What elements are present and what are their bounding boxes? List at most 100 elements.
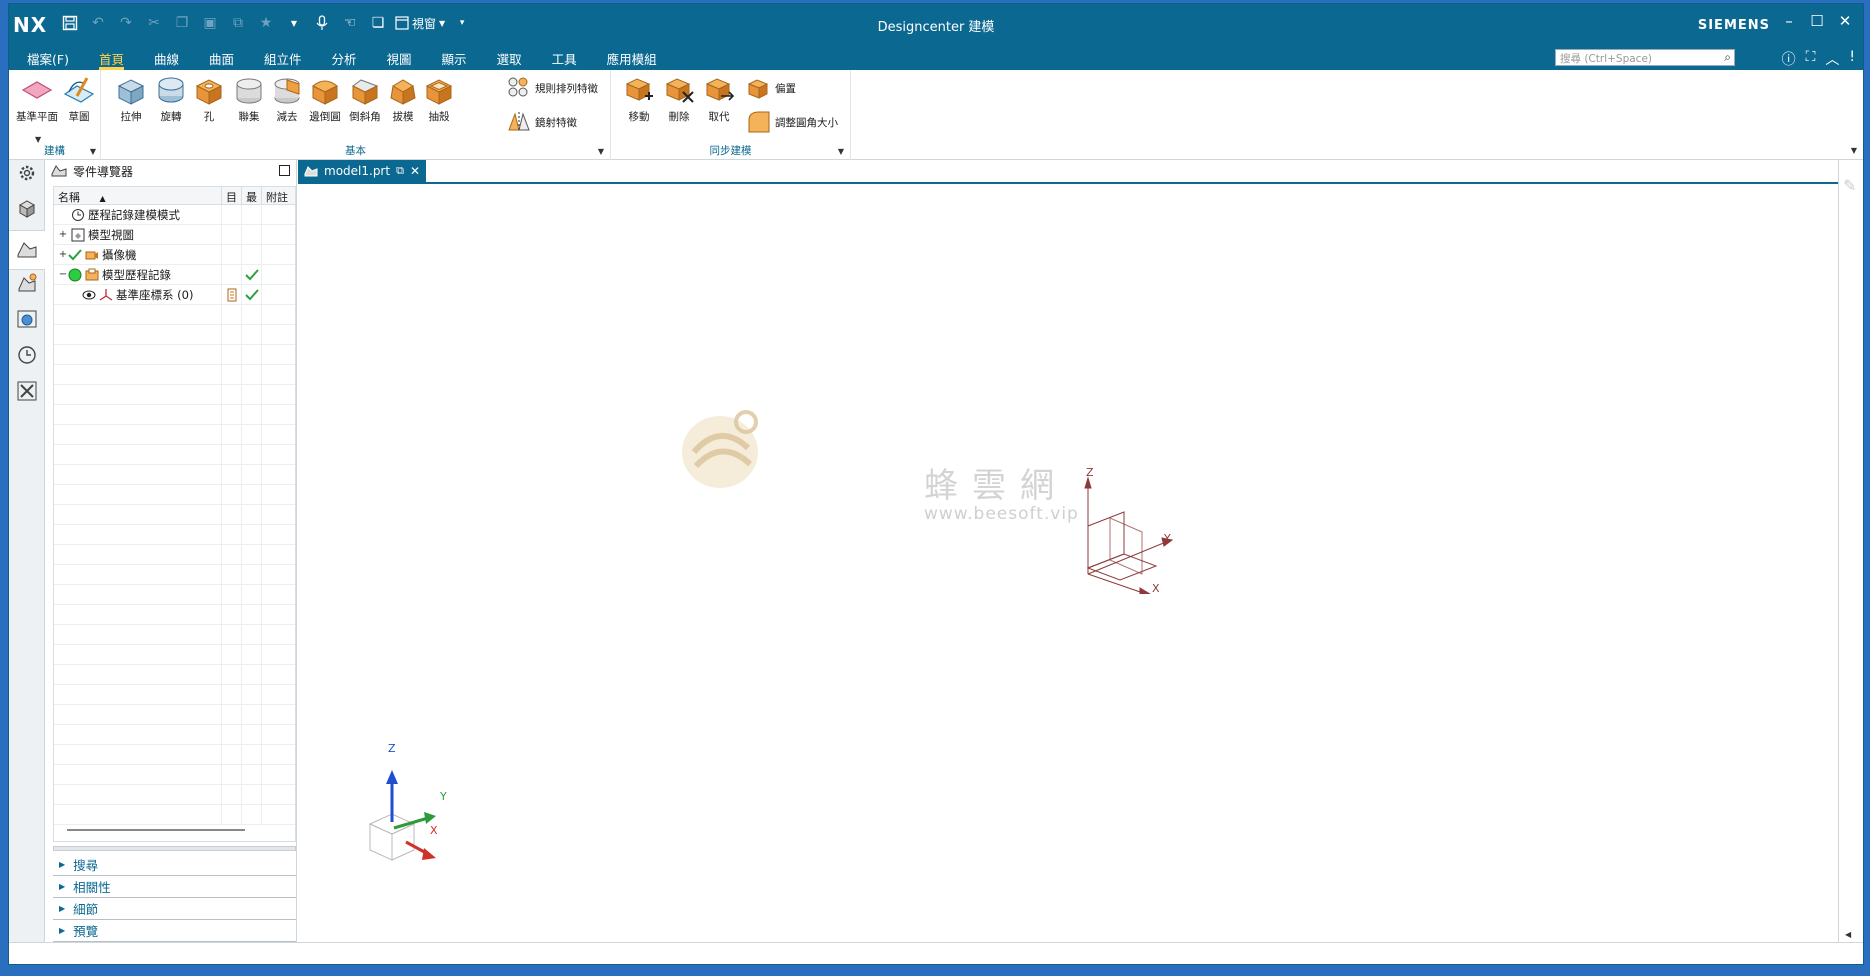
collapse-ribbon-icon[interactable]: ︿ <box>1825 49 1839 69</box>
close-tab-icon[interactable]: ✕ <box>410 164 420 178</box>
expand-arrow-icon: ▶ <box>59 904 66 913</box>
panel-dependencies[interactable]: ▶ 相關性 <box>53 876 296 898</box>
panel-search[interactable]: ▶ 搜尋 <box>53 854 296 876</box>
resize-blend-button[interactable]: 調整圓角大小 <box>747 110 838 134</box>
tree-row-datum-csys[interactable]: 基準座標系 (0) <box>54 284 295 305</box>
ribbon-tab-6[interactable]: 視圖 <box>387 46 412 70</box>
triad-x-label: X <box>430 824 438 837</box>
unite-label: 聯集 <box>238 111 260 123</box>
tree-row-model-history[interactable]: − 模型歷程記錄 <box>54 264 295 285</box>
help-icon[interactable]: ⓘ <box>1782 49 1796 69</box>
collapse-toggle-icon[interactable]: − <box>58 269 68 280</box>
ribbon-tab-5[interactable]: 分析 <box>332 46 357 70</box>
column-header-notes[interactable]: 附註 <box>262 187 295 204</box>
close-icon[interactable]: ✕ <box>1837 12 1853 30</box>
chevron-down-icon[interactable]: ▼ <box>838 147 844 156</box>
edge-blend-button[interactable]: 邊倒圓 <box>305 74 345 124</box>
ribbon-tab-7[interactable]: 顯示 <box>442 46 467 70</box>
ribbon-tab-9[interactable]: 工具 <box>552 46 577 70</box>
ribbon-tab-3[interactable]: 曲面 <box>209 46 234 70</box>
title-bar: NX ↶ ↷ ✂ ❐ ▣ ⧉ ★ ▼ ☜ ❏ 視窗 ▼ ▾ Designcent… <box>9 4 1863 46</box>
command-search-input[interactable]: 搜尋 (Ctrl+Space) ⌕ <box>1555 49 1735 66</box>
extrude-icon <box>117 79 145 105</box>
empty-row <box>54 424 295 445</box>
reuse-library-icon[interactable] <box>14 270 40 296</box>
maximize-panel-icon[interactable] <box>279 165 290 176</box>
hole-label: 孔 <box>203 111 215 123</box>
hole-button[interactable]: 孔 <box>189 74 229 124</box>
ribbon-tab-10[interactable]: 應用模組 <box>607 46 657 70</box>
ribbon-tab-2[interactable]: 曲線 <box>154 46 179 70</box>
part-navigator-icon[interactable] <box>9 230 45 270</box>
empty-row <box>54 484 295 505</box>
column-header-current[interactable]: 目 <box>222 187 242 204</box>
window-title: Designcenter 建模 <box>877 20 995 35</box>
ribbon-tab-0[interactable]: 檔案(F) <box>27 46 69 70</box>
offset-region-button[interactable]: 偏置 <box>747 76 796 100</box>
assembly-navigator-icon[interactable] <box>14 196 40 222</box>
empty-row <box>54 364 295 385</box>
extrude-button[interactable]: 拉伸 <box>111 74 151 124</box>
part-navigator-icon <box>51 165 67 177</box>
chevron-down-icon[interactable]: ▼ <box>90 147 96 156</box>
datum-plane-button[interactable]: 基準平面 <box>15 74 59 124</box>
ribbon-tab-4[interactable]: 組立件 <box>264 46 302 70</box>
hole-icon <box>195 79 223 105</box>
expand-arrow-icon: ▶ <box>59 860 66 869</box>
panel-preview[interactable]: ▶ 預覽 <box>53 920 296 942</box>
datum-coordinate-system[interactable] <box>1076 464 1186 594</box>
sketch-label: 草圖 <box>68 111 90 123</box>
group-label-basic: 基本 <box>345 145 366 157</box>
part-navigator-header: 零件導覽器 <box>45 160 296 182</box>
tab-model1[interactable]: model1.prt ⧉ ✕ <box>298 160 426 182</box>
fullscreen-icon[interactable]: ⛶ <box>1806 49 1816 69</box>
minimize-icon[interactable]: – <box>1781 12 1797 30</box>
tree-row-history-mode[interactable]: 歷程記錄建模模式 <box>54 204 295 225</box>
panel-splitter[interactable] <box>53 846 296 851</box>
collapse-arrow-icon[interactable]: ◀ <box>1845 930 1851 939</box>
undock-icon[interactable]: ⧉ <box>396 164 404 178</box>
offset-region-icon <box>747 79 769 99</box>
delete-face-button[interactable]: 刪除 <box>659 74 699 124</box>
maximize-icon[interactable]: ☐ <box>1809 12 1825 30</box>
shell-button[interactable]: 抽殼 <box>419 74 459 124</box>
search-icon[interactable]: ⌕ <box>1724 50 1731 65</box>
expand-toggle-icon[interactable]: + <box>58 249 68 260</box>
view-cube-icon[interactable]: ✎ <box>1843 176 1856 195</box>
replace-face-button[interactable]: 取代 <box>699 74 739 124</box>
unite-button[interactable]: 聯集 <box>229 74 269 124</box>
expand-toggle-icon[interactable]: + <box>58 229 68 240</box>
status-green-dot-icon <box>68 268 82 281</box>
tools-icon[interactable] <box>14 378 40 404</box>
mirror-feature-button[interactable]: 鏡射特徵 <box>507 110 577 134</box>
tree-row-model-views[interactable]: + 模型視圖 <box>54 224 295 245</box>
horizontal-scrollbar[interactable] <box>67 829 245 831</box>
subtract-button[interactable]: 減去 <box>267 74 307 124</box>
revolve-button[interactable]: 旋轉 <box>151 74 191 124</box>
empty-row <box>54 464 295 485</box>
graphics-window[interactable]: 蜂雲網 www.beesoft.vip Z Y X Z Y X <box>298 182 1838 942</box>
chevron-down-icon[interactable]: ▼ <box>598 147 604 156</box>
alert-icon[interactable]: ! <box>1849 49 1855 69</box>
column-header-name[interactable]: 名稱 ▲ <box>54 187 222 204</box>
chamfer-button[interactable]: 倒斜角 <box>345 74 385 124</box>
move-face-button[interactable]: 移動 <box>619 74 659 124</box>
ribbon-options-chevron-icon[interactable]: ▼ <box>1851 146 1857 155</box>
sketch-button[interactable]: 草圖 <box>59 74 99 124</box>
unite-icon <box>236 78 262 104</box>
pattern-feature-button[interactable]: 規則排列特徵 <box>507 76 598 100</box>
panel-details[interactable]: ▶ 細節 <box>53 898 296 920</box>
tree-row-cameras[interactable]: + 攝像機 <box>54 244 295 265</box>
empty-row <box>54 584 295 605</box>
history-clock-icon[interactable] <box>14 342 40 368</box>
settings-gear-icon[interactable] <box>14 160 40 186</box>
visibility-eye-icon[interactable] <box>82 288 96 302</box>
current-feature-icon <box>227 288 236 301</box>
web-browser-icon[interactable] <box>14 306 40 332</box>
draft-button[interactable]: 拔模 <box>383 74 423 124</box>
ribbon-tab-8[interactable]: 選取 <box>497 46 522 70</box>
empty-row <box>54 684 295 705</box>
column-header-latest[interactable]: 最 <box>242 187 262 204</box>
ribbon-tab-1[interactable]: 首頁 <box>98 46 124 70</box>
pattern-feature-icon <box>508 77 528 97</box>
